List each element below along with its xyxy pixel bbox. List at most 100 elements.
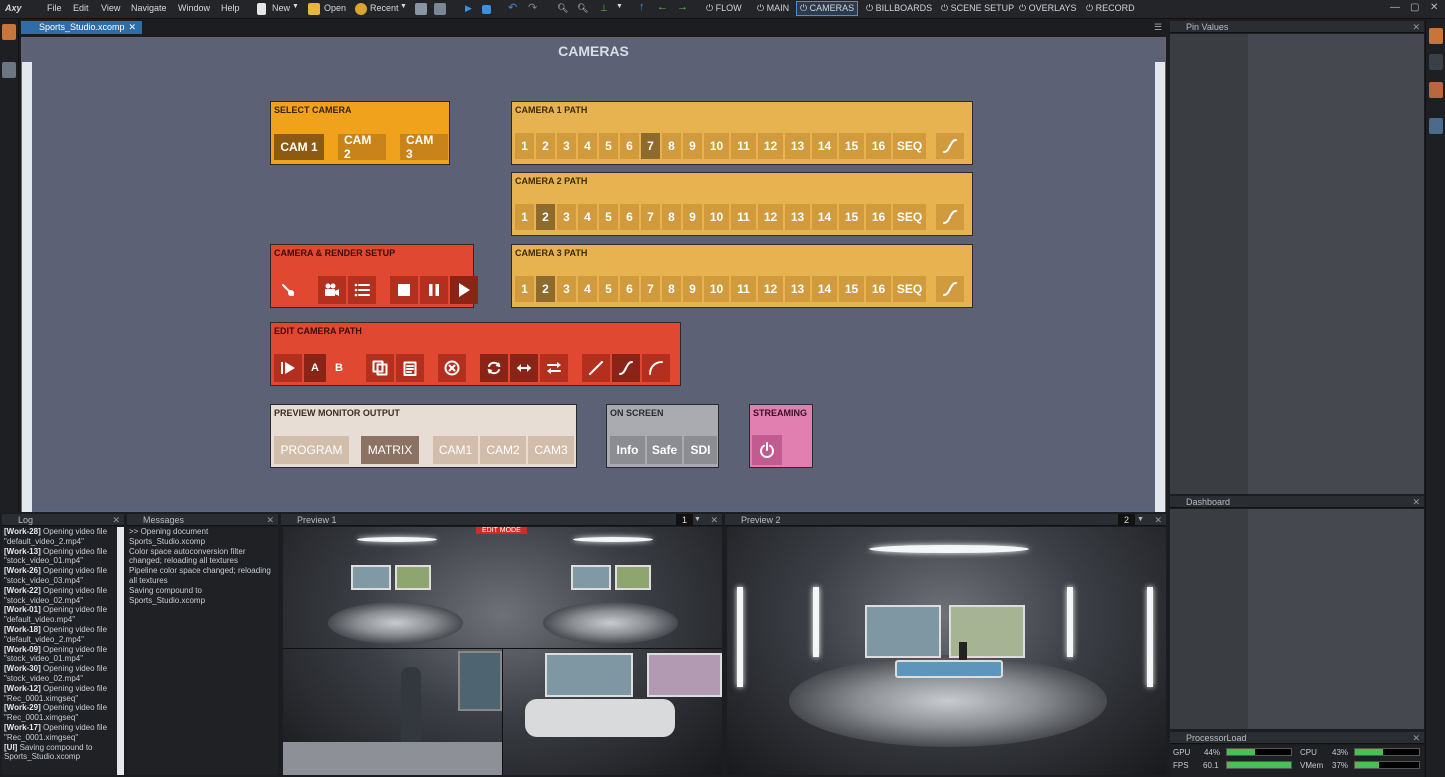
camera-1-path-seq-button[interactable]: SEQ — [893, 133, 926, 159]
camera-3-path-curve-button[interactable] — [936, 276, 964, 302]
camera-1-path-curve-button[interactable] — [936, 133, 964, 159]
nav-tab-overlays[interactable]: ⏻ OVERLAYS — [1019, 3, 1076, 14]
linear-path-button[interactable] — [582, 354, 610, 382]
info-toggle-button[interactable]: Info — [610, 436, 645, 464]
camera-3-path-6-button[interactable]: 6 — [620, 276, 639, 302]
axis-dropdown-icon[interactable]: ▼ — [616, 3, 623, 10]
preview-2-viewport[interactable] — [727, 527, 1166, 775]
open-folder-icon[interactable] — [308, 3, 320, 15]
pin-values-close-icon[interactable]: ✕ — [1412, 21, 1420, 33]
camera-3-path-8-button[interactable]: 8 — [662, 276, 681, 302]
camera-1-path-11-button[interactable]: 11 — [731, 133, 756, 159]
camera-1-path-15-button[interactable]: 15 — [839, 133, 864, 159]
camera-2-path-14-button[interactable]: 14 — [812, 204, 837, 230]
camera-1-path-9-button[interactable]: 9 — [683, 133, 702, 159]
open-button[interactable]: Open — [324, 3, 346, 13]
menu-edit[interactable]: Edit — [73, 3, 89, 13]
camera-2-path-13-button[interactable]: 13 — [785, 204, 810, 230]
camera-3-path-seq-button[interactable]: SEQ — [893, 276, 926, 302]
point-a-button[interactable]: A — [304, 354, 326, 382]
zoom-in-icon[interactable]: 🔍︎ — [557, 3, 568, 14]
select-cam-2-button[interactable]: CAM 2 — [338, 133, 386, 161]
nav-tab-record[interactable]: ⏻ RECORD — [1086, 3, 1135, 14]
camera-1-path-7-button[interactable]: 7 — [641, 133, 660, 159]
menu-navigate[interactable]: Navigate — [131, 3, 167, 13]
properties-icon[interactable] — [2, 62, 16, 78]
camera-3-path-7-button[interactable]: 7 — [641, 276, 660, 302]
camera-3-path-15-button[interactable]: 15 — [839, 276, 864, 302]
camera-3-path-11-button[interactable]: 11 — [731, 276, 756, 302]
camera-3-path-4-button[interactable]: 4 — [578, 276, 597, 302]
delete-button[interactable] — [438, 354, 466, 382]
chart-icon[interactable] — [1429, 82, 1443, 98]
library-icon[interactable] — [2, 24, 16, 40]
camera-2-path-8-button[interactable]: 8 — [662, 204, 681, 230]
new-button[interactable]: New — [272, 3, 290, 13]
camera-1-path-1-button[interactable]: 1 — [515, 133, 534, 159]
cam3-output-button[interactable]: CAM3 — [528, 436, 574, 464]
program-output-button[interactable]: PROGRAM — [274, 436, 349, 464]
camera-1-path-3-button[interactable]: 3 — [557, 133, 576, 159]
paste-button[interactable] — [396, 354, 424, 382]
camera-3-path-13-button[interactable]: 13 — [785, 276, 810, 302]
sdi-toggle-button[interactable]: SDI — [684, 436, 717, 464]
menu-help[interactable]: Help — [221, 3, 240, 13]
camera-1-path-13-button[interactable]: 13 — [785, 133, 810, 159]
play-from-start-button[interactable] — [274, 354, 302, 382]
reset-camera-button[interactable] — [274, 276, 302, 304]
camera-3-path-16-button[interactable]: 16 — [866, 276, 891, 302]
back-arrow-icon[interactable]: ← — [657, 1, 668, 13]
new-doc-icon[interactable] — [257, 3, 266, 15]
camera-2-path-10-button[interactable]: 10 — [704, 204, 729, 230]
camera-2-path-2-button[interactable]: 2 — [536, 204, 555, 230]
close-icon[interactable]: ✕ — [1430, 2, 1438, 13]
camera-1-path-10-button[interactable]: 10 — [704, 133, 729, 159]
s-curve-path-button[interactable] — [612, 354, 640, 382]
axis-icon[interactable]: ⊥ — [600, 3, 608, 14]
camera-setup-button[interactable] — [318, 276, 346, 304]
camera-1-path-4-button[interactable]: 4 — [578, 133, 597, 159]
recent-dropdown-icon[interactable]: ▼ — [400, 3, 407, 10]
copy-button[interactable] — [366, 354, 394, 382]
camera-2-path-15-button[interactable]: 15 — [839, 204, 864, 230]
tab-list-icon[interactable]: ☰ — [1154, 22, 1162, 33]
camera-3-path-2-button[interactable]: 2 — [536, 276, 555, 302]
camera-2-path-16-button[interactable]: 16 — [866, 204, 891, 230]
menu-file[interactable]: File — [47, 3, 62, 13]
new-dropdown-icon[interactable]: ▼ — [292, 3, 299, 10]
messages-close-icon[interactable]: ✕ — [266, 514, 274, 526]
render-list-button[interactable] — [348, 276, 376, 304]
camera-2-path-3-button[interactable]: 3 — [557, 204, 576, 230]
preview-2-close-icon[interactable]: ✕ — [1154, 514, 1162, 526]
save-icon[interactable] — [415, 3, 427, 15]
minimize-icon[interactable]: — — [1390, 2, 1400, 13]
cam1-output-button[interactable]: CAM1 — [433, 436, 478, 464]
camera-3-path-10-button[interactable]: 10 — [704, 276, 729, 302]
camera-1-path-2-button[interactable]: 2 — [536, 133, 555, 159]
preview-1-dropdown-icon[interactable]: ▼ — [694, 514, 701, 526]
camera-2-path-6-button[interactable]: 6 — [620, 204, 639, 230]
camera-2-path-seq-button[interactable]: SEQ — [893, 204, 926, 230]
maximize-icon[interactable]: ▢ — [1410, 2, 1419, 13]
save-all-icon[interactable] — [434, 3, 446, 15]
forward-arrow-icon[interactable]: → — [677, 1, 688, 13]
preview-1-viewport[interactable]: EDIT MODE — [283, 527, 722, 775]
menu-window[interactable]: Window — [178, 3, 210, 13]
nav-tab-flow[interactable]: ⏻ FLOW — [706, 3, 742, 14]
link-icon[interactable] — [1429, 54, 1443, 70]
nav-tab-scene-setup[interactable]: ⏻ SCENE SETUP — [941, 3, 1014, 14]
camera-3-path-5-button[interactable]: 5 — [599, 276, 618, 302]
camera-1-path-14-button[interactable]: 14 — [812, 133, 837, 159]
preview-1-index-select[interactable]: 1 — [676, 514, 694, 526]
camera-3-path-9-button[interactable]: 9 — [683, 276, 702, 302]
camera-1-path-8-button[interactable]: 8 — [662, 133, 681, 159]
loop-button[interactable] — [480, 354, 508, 382]
ping-pong-button[interactable] — [510, 354, 538, 382]
document-icon[interactable] — [1429, 28, 1443, 44]
zoom-out-icon[interactable]: 🔍︎ — [577, 3, 588, 14]
camera-3-path-12-button[interactable]: 12 — [758, 276, 783, 302]
camera-3-path-1-button[interactable]: 1 — [515, 276, 534, 302]
camera-2-path-1-button[interactable]: 1 — [515, 204, 534, 230]
swap-button[interactable] — [540, 354, 568, 382]
camera-1-path-6-button[interactable]: 6 — [620, 133, 639, 159]
